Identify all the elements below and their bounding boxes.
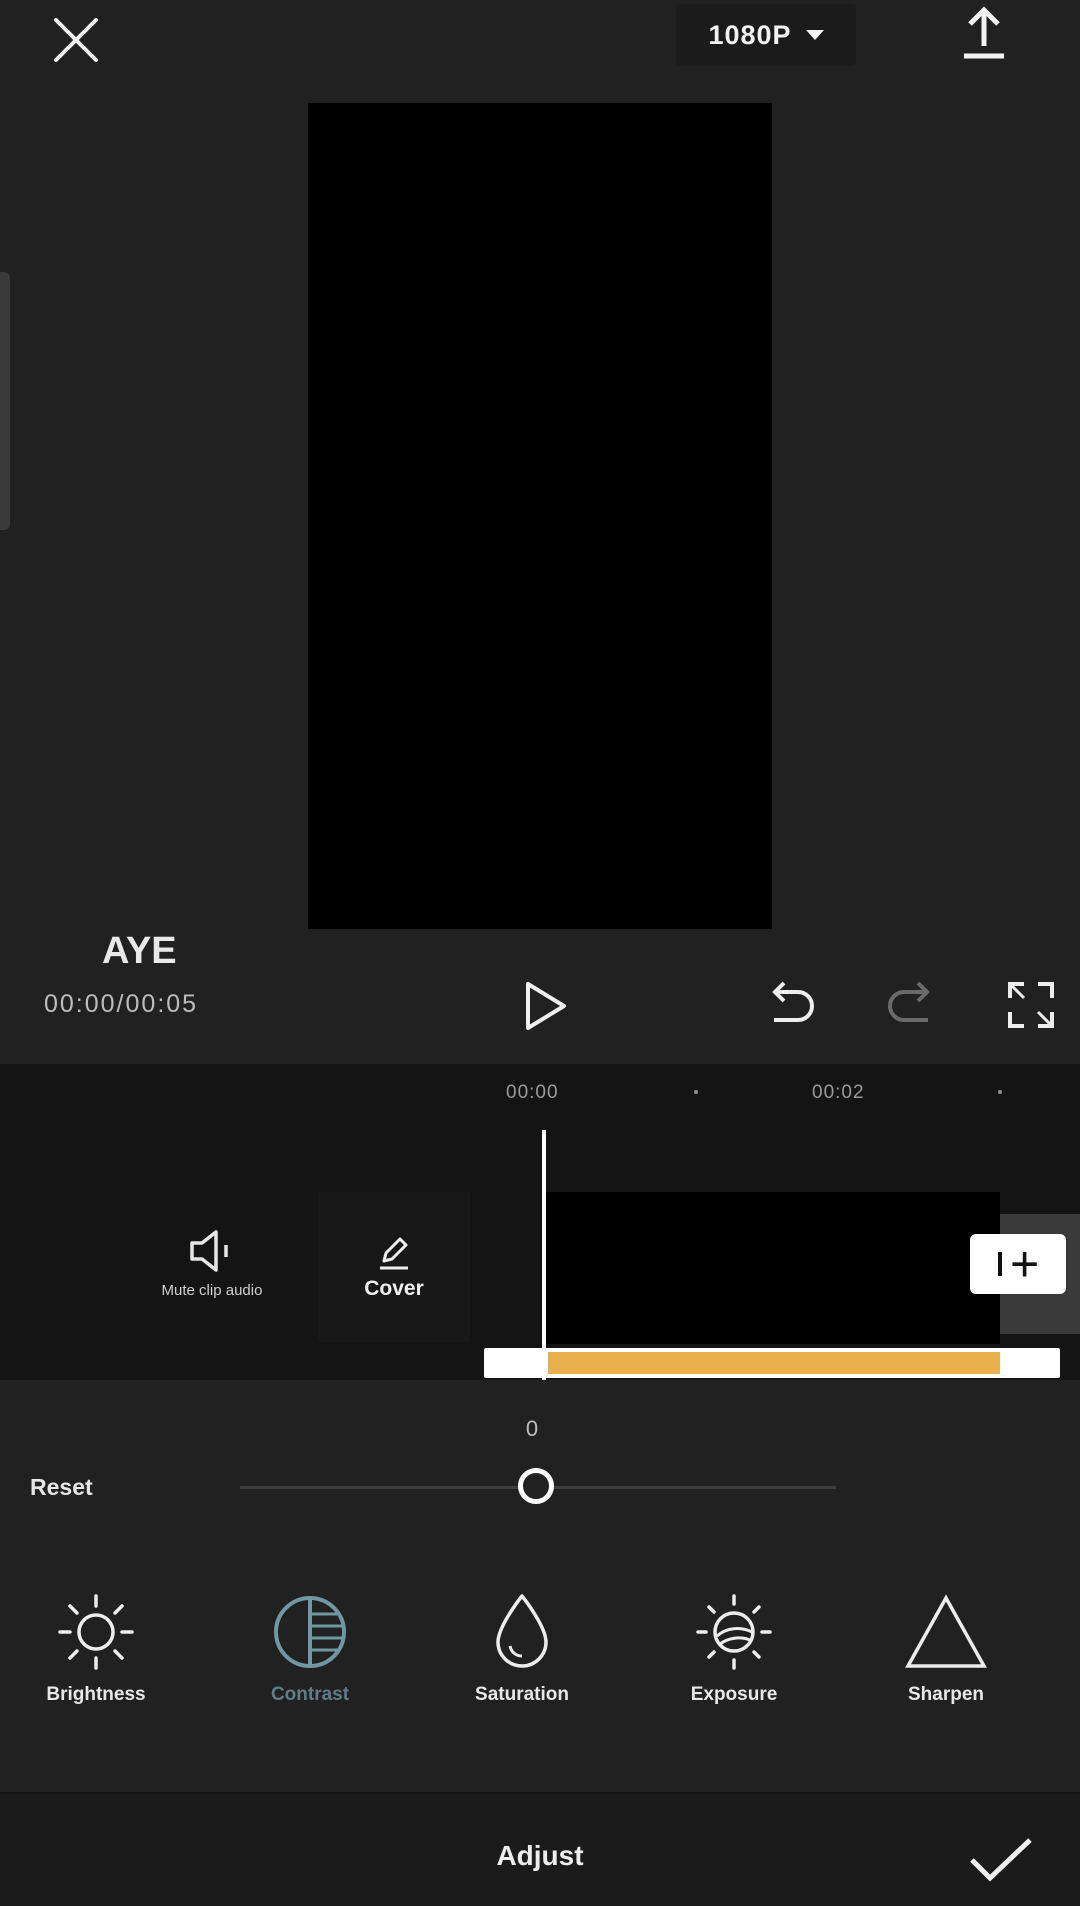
tool-label: Brightness [46, 1684, 146, 1705]
caret-down-icon [805, 30, 824, 40]
video-editor-screen: 1080P AYE 00:00/00:05 00:00 00:02 Mute c… [0, 0, 1080, 1906]
tool-label: Sharpen [907, 1684, 985, 1705]
audio-waveform [548, 1352, 1000, 1374]
export-button[interactable] [950, 4, 1018, 70]
ruler-tick [998, 1090, 1002, 1094]
fullscreen-button[interactable] [1006, 980, 1056, 1030]
pencil-icon [380, 1237, 408, 1270]
check-icon [970, 1838, 1032, 1882]
confirm-button[interactable] [966, 1830, 1036, 1890]
plus-icon: + [1010, 1236, 1040, 1292]
tool-brightness[interactable]: Brightness [6, 1590, 186, 1720]
close-button[interactable] [44, 8, 108, 72]
play-button[interactable] [520, 978, 572, 1034]
cover-label: Cover [364, 1277, 424, 1300]
close-icon [54, 18, 98, 62]
contrast-icon [274, 1596, 346, 1668]
tool-sharpen[interactable]: Sharpen [856, 1590, 1036, 1720]
play-icon [526, 982, 566, 1030]
add-clip-button[interactable]: + [970, 1234, 1066, 1294]
undo-icon [772, 981, 814, 1022]
side-panel-handle[interactable] [0, 272, 10, 530]
tool-label: Exposure [690, 1684, 778, 1705]
ruler-tick [694, 1090, 698, 1094]
cover-button[interactable]: Cover [318, 1192, 470, 1342]
tool-saturation[interactable]: Saturation [432, 1590, 612, 1720]
tool-label: Contrast [270, 1684, 350, 1705]
playback-timecode: 00:00/00:05 [44, 990, 199, 1018]
fullscreen-icon [1008, 982, 1054, 1028]
drop-icon [496, 1594, 548, 1668]
playhead[interactable] [542, 1130, 546, 1380]
video-preview[interactable] [308, 103, 772, 929]
panel-title: Adjust [496, 1840, 584, 1871]
sun-icon [58, 1594, 134, 1670]
project-title: AYE [102, 930, 177, 972]
speaker-icon [190, 1230, 228, 1272]
tool-label: Saturation [475, 1684, 569, 1705]
ruler-label: 00:00 [506, 1082, 559, 1103]
tool-contrast[interactable]: Contrast [220, 1590, 400, 1720]
mute-clip-audio-label: Mute clip audio [161, 1282, 263, 1299]
upload-icon [964, 6, 1004, 59]
resolution-dropdown[interactable]: 1080P [676, 4, 856, 66]
slider-value: 0 [525, 1416, 539, 1441]
tool-exposure[interactable]: Exposure [644, 1590, 824, 1720]
resolution-label: 1080P [708, 19, 792, 50]
redo-button[interactable] [884, 978, 940, 1030]
reset-button[interactable]: Reset [30, 1474, 93, 1501]
redo-icon [888, 981, 930, 1022]
adjust-slider-thumb[interactable] [518, 1468, 554, 1504]
mute-clip-audio-button[interactable]: Mute clip audio [126, 1226, 298, 1330]
undo-button[interactable] [762, 978, 818, 1030]
exposure-icon [696, 1594, 772, 1670]
triangle-icon [905, 1594, 987, 1668]
clip-end-marker [998, 1252, 1002, 1276]
video-clip[interactable] [542, 1192, 1000, 1344]
ruler-label: 00:02 [812, 1082, 865, 1103]
